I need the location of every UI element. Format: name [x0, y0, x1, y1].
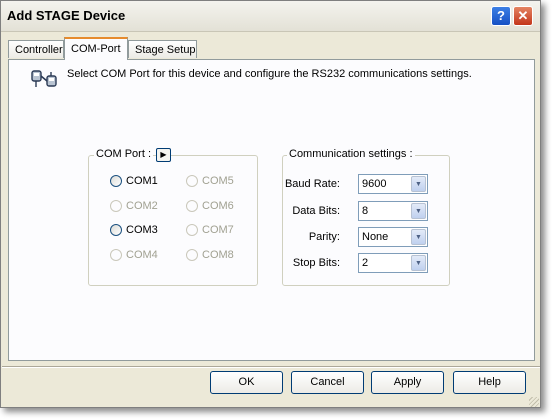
chevron-down-icon[interactable]: ▼	[411, 255, 426, 271]
radio-label-com3: COM3	[126, 224, 158, 236]
radio-com1[interactable]	[110, 175, 122, 187]
cancel-button[interactable]: Cancel	[291, 371, 364, 394]
data-bits-select[interactable]: 8 ▼	[358, 201, 428, 221]
tab-controller[interactable]: Controller	[8, 40, 64, 58]
communication-settings-label: Communication settings :	[287, 148, 415, 160]
chevron-down-icon[interactable]: ▼	[411, 229, 426, 245]
chevron-down-icon[interactable]: ▼	[411, 176, 426, 192]
separator	[2, 366, 540, 368]
radio-label-com4: COM4	[126, 249, 158, 261]
radio-com3[interactable]	[110, 224, 122, 236]
window-title: Add STAGE Device	[7, 8, 126, 23]
close-icon[interactable]: ✕	[513, 6, 533, 26]
data-bits-label: Data Bits:	[292, 205, 340, 217]
radio-label-com5: COM5	[202, 175, 234, 187]
parity-select[interactable]: None ▼	[358, 227, 428, 247]
radio-label-com6: COM6	[202, 200, 234, 212]
radio-label-com2: COM2	[126, 200, 158, 212]
com-port-group-label: COM Port :	[94, 148, 154, 160]
network-plug-icon	[31, 70, 57, 87]
tab-label: COM-Port	[71, 43, 121, 55]
help-button[interactable]: Help	[453, 371, 526, 394]
apply-button[interactable]: Apply	[371, 371, 444, 394]
tab-label: Stage Setup	[135, 44, 196, 56]
baud-rate-select[interactable]: 9600 ▼	[358, 174, 428, 194]
radio-com8	[186, 249, 198, 261]
help-icon[interactable]: ?	[491, 6, 511, 26]
parity-value: None	[362, 231, 389, 243]
radio-com6	[186, 200, 198, 212]
radio-label-com7: COM7	[202, 224, 234, 236]
tab-com-port[interactable]: COM-Port	[64, 37, 128, 60]
baud-rate-label: Baud Rate:	[284, 178, 340, 190]
add-stage-device-dialog: Add STAGE Device ? ✕ Controller COM-Port…	[0, 0, 541, 408]
com-port-expand-button[interactable]: ▶	[156, 148, 171, 162]
ok-button[interactable]: OK	[210, 371, 283, 394]
data-bits-value: 8	[362, 205, 369, 217]
title-bar[interactable]: Add STAGE Device ? ✕	[1, 1, 540, 32]
radio-com4	[110, 249, 122, 261]
tab-label: Controller	[15, 44, 63, 56]
instruction-text: Select COM Port for this device and conf…	[67, 68, 472, 80]
baud-rate-value: 9600	[362, 178, 387, 190]
chevron-down-icon[interactable]: ▼	[411, 203, 426, 219]
radio-label-com1: COM1	[126, 175, 158, 187]
radio-com7	[186, 224, 198, 236]
stop-bits-select[interactable]: 2 ▼	[358, 253, 428, 273]
radio-com5	[186, 175, 198, 187]
stop-bits-value: 2	[362, 257, 369, 269]
resize-grip-icon[interactable]	[529, 397, 539, 407]
parity-label: Parity:	[308, 231, 340, 243]
stop-bits-label: Stop Bits:	[292, 257, 340, 269]
radio-label-com8: COM8	[202, 249, 234, 261]
tab-stage-setup[interactable]: Stage Setup	[128, 40, 197, 58]
radio-com2	[110, 200, 122, 212]
